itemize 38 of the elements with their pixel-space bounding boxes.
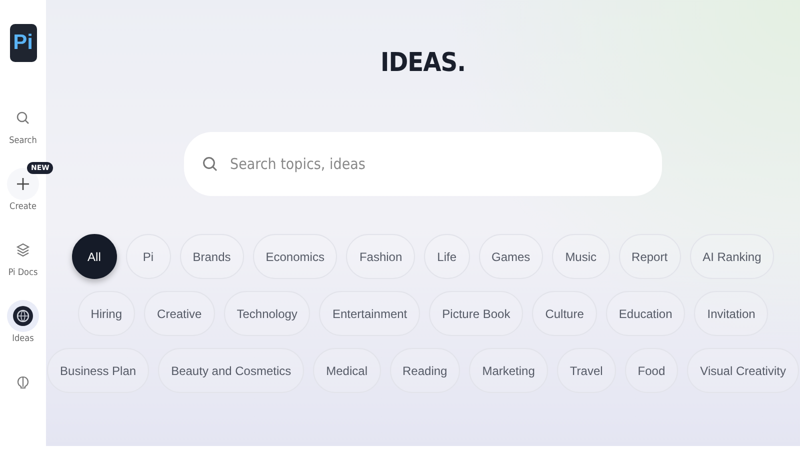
topic-tag[interactable]: Music bbox=[552, 234, 610, 279]
topic-tag[interactable]: Beauty and Cosmetics bbox=[158, 348, 304, 393]
topic-tag[interactable]: Invitation bbox=[694, 291, 768, 336]
topic-tag[interactable]: Picture Book bbox=[429, 291, 524, 336]
search-icon bbox=[16, 111, 30, 125]
topic-tag[interactable]: Travel bbox=[556, 348, 616, 393]
page-title: IDEAS. bbox=[380, 48, 466, 78]
topic-tag[interactable]: Entertainment bbox=[319, 291, 420, 336]
sidebar-item[interactable]: Search bbox=[7, 102, 39, 146]
layers-icon bbox=[16, 243, 30, 257]
topic-tag[interactable]: Fashion bbox=[346, 234, 416, 279]
search-icon bbox=[202, 156, 218, 172]
search-field[interactable]: Search topics, ideas bbox=[184, 132, 662, 196]
search-input[interactable]: Search topics, ideas bbox=[228, 154, 644, 174]
topic-tag[interactable]: Reading bbox=[390, 348, 460, 393]
brain-icon bbox=[16, 375, 30, 389]
topic-tag[interactable]: Culture bbox=[532, 291, 597, 336]
topic-tag[interactable]: Brands bbox=[180, 234, 244, 279]
topic-tag[interactable]: AI Ranking bbox=[690, 234, 774, 279]
sidebar-item[interactable]: Pi Docs bbox=[7, 234, 39, 278]
topic-tag[interactable]: Creative bbox=[144, 291, 215, 336]
app-logo[interactable]: Pi bbox=[10, 24, 36, 62]
topic-tag[interactable]: Education bbox=[606, 291, 686, 336]
topic-tag[interactable]: Hiring bbox=[78, 291, 136, 336]
topic-tag[interactable]: All bbox=[72, 234, 117, 279]
topic-tag[interactable]: Technology bbox=[224, 291, 310, 336]
topic-tag[interactable]: Marketing bbox=[469, 348, 548, 393]
topic-tag[interactable]: Life bbox=[424, 234, 470, 279]
topic-tag[interactable]: Report bbox=[618, 234, 681, 279]
topic-tag[interactable]: Pi bbox=[126, 234, 171, 279]
topic-tag[interactable]: Business Plan bbox=[47, 348, 150, 393]
topic-tag[interactable]: Visual Creativity bbox=[687, 348, 799, 393]
topic-tag[interactable]: Games bbox=[478, 234, 544, 279]
topic-tag[interactable]: Economics bbox=[252, 234, 338, 279]
topic-tag[interactable]: Food bbox=[624, 348, 678, 393]
topic-tag[interactable]: Medical bbox=[313, 348, 380, 393]
globe-icon bbox=[12, 305, 34, 327]
plus-icon bbox=[16, 177, 30, 191]
